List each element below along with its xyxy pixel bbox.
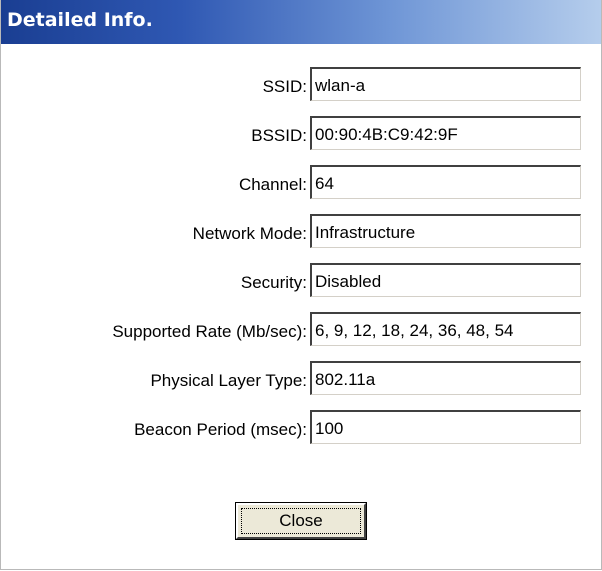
beacon-period-label: Beacon Period (msec): [134,420,307,439]
beacon-period-field[interactable]: 100 [310,410,581,444]
security-value: Disabled [315,272,382,291]
network-mode-field[interactable]: Infrastructure [310,214,581,248]
security-row: Security: Disabled [1,263,601,301]
channel-field[interactable]: 64 [310,165,581,199]
network-mode-row: Network Mode: Infrastructure [1,214,601,252]
security-label: Security: [240,273,307,292]
title-bar: Detailed Info. [1,0,601,44]
ssid-field[interactable]: wlan-a [310,67,581,101]
physical-layer-row: Physical Layer Type: 802.11a [1,361,601,399]
detailed-info-dialog: Detailed Info. SSID: wlan-a BSSID: 00:90… [0,0,602,570]
physical-layer-field[interactable]: 802.11a [310,361,581,395]
bssid-label: BSSID: [251,126,307,145]
security-field[interactable]: Disabled [310,263,581,297]
beacon-period-row: Beacon Period (msec): 100 [1,410,601,448]
ssid-value: wlan-a [315,76,366,95]
network-mode-value: Infrastructure [315,223,416,242]
ssid-label: SSID: [262,77,307,96]
network-mode-label: Network Mode: [192,224,307,243]
beacon-period-value: 100 [315,419,344,438]
channel-label: Channel: [238,175,307,194]
bssid-field[interactable]: 00:90:4B:C9:42:9F [310,116,581,150]
supported-rate-row: Supported Rate (Mb/sec): 6, 9, 12, 18, 2… [1,312,601,350]
supported-rate-field[interactable]: 6, 9, 12, 18, 24, 36, 48, 54 [310,312,581,346]
supported-rate-label: Supported Rate (Mb/sec): [112,322,307,341]
channel-value: 64 [315,174,334,193]
channel-row: Channel: 64 [1,165,601,203]
bssid-row: BSSID: 00:90:4B:C9:42:9F [1,116,601,154]
physical-layer-value: 802.11a [315,370,376,389]
ssid-row: SSID: wlan-a [1,67,601,105]
close-button-label: Close [279,511,323,530]
close-button[interactable]: Close [236,503,366,539]
bssid-value: 00:90:4B:C9:42:9F [315,125,458,144]
dialog-title: Detailed Info. [7,9,153,31]
supported-rate-value: 6, 9, 12, 18, 24, 36, 48, 54 [315,321,514,340]
physical-layer-label: Physical Layer Type: [150,371,307,390]
